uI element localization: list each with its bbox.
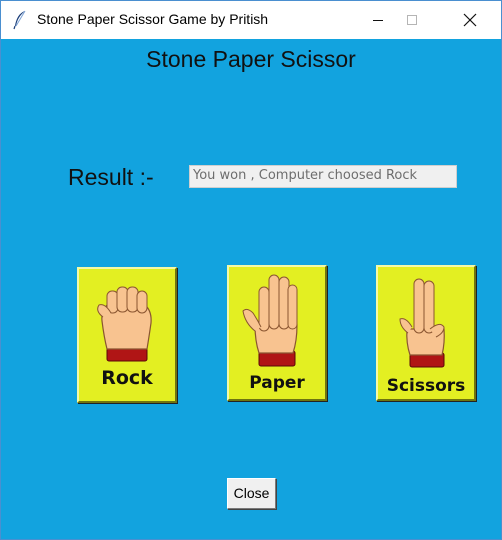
- feather-icon: [13, 10, 26, 30]
- close-button[interactable]: Close: [227, 478, 276, 509]
- page-title: Stone Paper Scissor: [146, 46, 356, 72]
- open-hand-icon: [242, 274, 298, 367]
- window-title: Stone Paper Scissor Game by Pritish: [37, 11, 269, 27]
- scissors-button[interactable]: Scissors: [376, 265, 476, 401]
- close-window-button[interactable]: [447, 1, 493, 39]
- rock-button[interactable]: Rock: [77, 267, 177, 403]
- paper-label: Paper: [249, 373, 305, 393]
- game-panel: Stone Paper Scissor Result :- You won , …: [1, 39, 501, 539]
- maximize-button[interactable]: [389, 1, 435, 39]
- result-label: Result :-: [68, 164, 154, 190]
- result-field[interactable]: You won , Computer choosed Rock: [189, 165, 457, 188]
- scissors-label: Scissors: [386, 376, 466, 396]
- maximize-icon: [407, 15, 417, 25]
- paper-button[interactable]: Paper: [227, 265, 327, 401]
- minimize-icon: [373, 20, 383, 21]
- close-icon: [463, 13, 477, 27]
- app-window: Stone Paper Scissor Game by Pritish Ston…: [0, 0, 502, 540]
- two-fingers-icon: [399, 278, 445, 368]
- rock-label: Rock: [101, 367, 153, 389]
- title-bar: Stone Paper Scissor Game by Pritish: [1, 1, 501, 39]
- fist-icon: [97, 286, 152, 362]
